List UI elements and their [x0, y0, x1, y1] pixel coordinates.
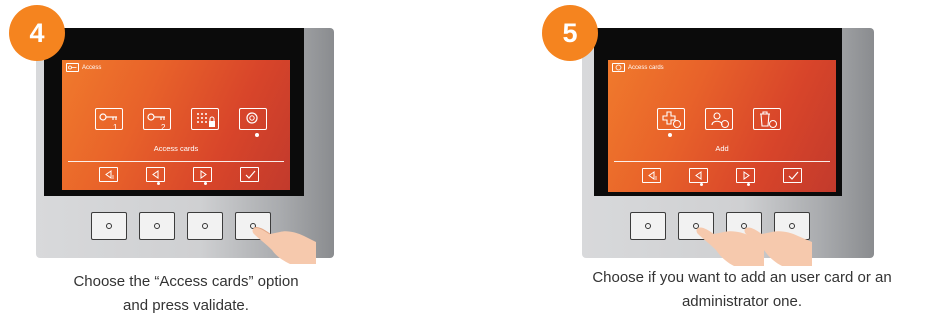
hardware-button-1[interactable] — [91, 212, 127, 240]
step-number-badge: 5 — [542, 5, 598, 61]
hardware-button-3[interactable] — [187, 212, 223, 240]
step-number-badge: 4 — [9, 5, 65, 61]
step-4-panel: Access 1 2 Access cards 4 Choose the “Ac… — [0, 0, 470, 324]
selected-option-label: Add — [715, 144, 729, 153]
card-key-icon — [66, 63, 79, 72]
caption-line-1: Choose if you want to add an user card o… — [592, 269, 892, 286]
screen-header-title: Access cards — [628, 64, 664, 71]
screen-header: Access cards — [612, 63, 664, 72]
step-caption: Choose if you want to add an user card o… — [536, 266, 948, 314]
nav-dot — [204, 182, 207, 185]
nav-separator — [614, 161, 830, 162]
monitor-screen: Access 1 2 Access cards — [62, 60, 290, 190]
next-icon[interactable] — [736, 168, 755, 183]
prev-icon[interactable] — [146, 167, 165, 182]
add-card-icon[interactable] — [657, 108, 685, 130]
step-caption: Choose the “Access cards” option and pre… — [0, 270, 372, 318]
proximity-card-icon — [612, 63, 625, 72]
key-card-icon[interactable] — [143, 108, 171, 130]
validate-icon[interactable] — [240, 167, 259, 182]
selection-dot — [668, 133, 672, 137]
nav-dot — [700, 183, 703, 186]
prev-icon[interactable] — [689, 168, 708, 183]
screen-header: Access — [66, 63, 101, 72]
hardware-button-2[interactable] — [139, 212, 175, 240]
menu-item-sub-2: 2 — [161, 123, 166, 132]
next-icon[interactable] — [193, 167, 212, 182]
hardware-button-1[interactable] — [630, 212, 666, 240]
caption-line-2: administrator one. — [681, 293, 803, 310]
monitor-screen: Access cards Add — [608, 60, 836, 192]
nav-dot — [747, 183, 750, 186]
user-card-icon[interactable] — [705, 108, 733, 130]
pointing-hand-icon — [252, 227, 316, 264]
back-icon[interactable] — [99, 167, 118, 182]
keypad-lock-icon[interactable] — [191, 108, 219, 130]
back-icon[interactable] — [642, 168, 661, 183]
nav-dot — [157, 182, 160, 185]
selection-dot — [255, 133, 259, 137]
proximity-card-icon[interactable] — [239, 108, 267, 130]
step-5-panel: Access cards Add 5 Choose if you want to… — [470, 0, 948, 324]
selected-option-label: Access cards — [153, 144, 199, 153]
caption-line-1: Choose the “Access cards” option — [73, 273, 299, 290]
nav-separator — [68, 161, 284, 162]
pointing-hand-icon — [744, 227, 812, 266]
caption-line-2: and press validate. — [123, 297, 249, 314]
screen-header-title: Access — [82, 64, 102, 71]
delete-card-icon[interactable] — [753, 108, 781, 130]
validate-icon[interactable] — [783, 168, 802, 183]
menu-item-sub-1: 1 — [113, 123, 118, 132]
key-card-icon[interactable] — [95, 108, 123, 130]
